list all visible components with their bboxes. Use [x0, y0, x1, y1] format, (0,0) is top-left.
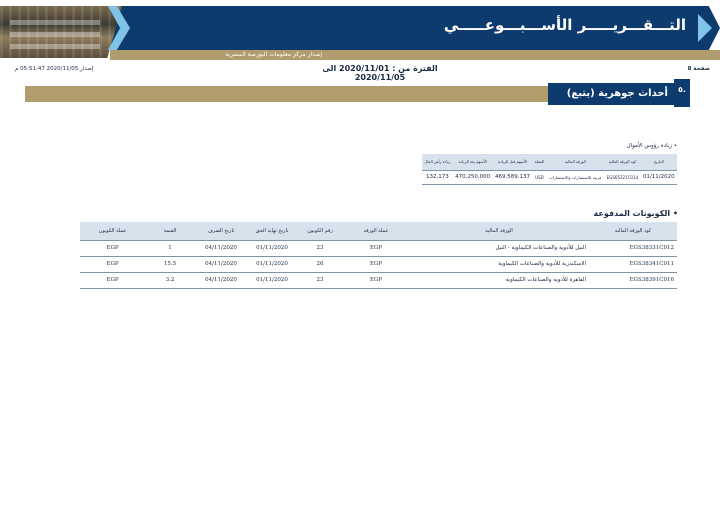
table-cell: 15.5	[145, 256, 195, 273]
table-row: EGS38331C012 النيل للأدوية والصناعات الك…	[80, 240, 677, 257]
column-header: الورقة المالية	[546, 154, 605, 171]
table-cell: EGP	[343, 272, 409, 289]
column-header: تاريخ نهاية الحق	[247, 222, 297, 241]
table-header-row: التاريخ كود الورقة المالية الورقة المالي…	[422, 154, 677, 171]
column-header: عملة الورقة	[343, 222, 409, 241]
table-cell: 04/11/2020	[195, 272, 247, 289]
report-subtitle: إصدار مركز معلومات البورصة المصرية	[225, 51, 322, 58]
info-line: إصدار 2020/11/05 05:51:47 م الفترة من : …	[0, 64, 720, 82]
table-cell: القاهرة للأدوية والصناعات الكيماوية	[409, 272, 589, 289]
column-header: كود الورقة المالية	[589, 222, 677, 241]
capital-increase-title: • زيادة رؤوس الأموال	[626, 143, 677, 149]
table-row: EGS38391C016 القاهرة للأدوية والصناعات ا…	[80, 272, 677, 289]
table-cell: 132,173	[422, 170, 453, 185]
table-cell: 04/11/2020	[195, 240, 247, 257]
trading-floor-photo	[0, 6, 122, 58]
table-cell: EGS38341C011	[589, 256, 677, 273]
column-header: القيمة	[145, 222, 195, 241]
coupons-table: كود الورقة المالية الورقة المالية عملة ا…	[80, 222, 677, 289]
table-cell: 01/11/2020	[247, 256, 297, 273]
table-cell: 23	[297, 240, 343, 257]
table-cell: الاسكندرية للأدوية والصناعات الكيماوية	[409, 256, 589, 273]
column-header: تاريخ الصرف	[195, 222, 247, 241]
table-row: 01/11/2020 EGS65321C014 عربية للاستثمارا…	[422, 170, 677, 185]
report-title: التـــقـــريـــــر الأســـبـــوعـــــي	[443, 16, 686, 34]
table-cell: 01/11/2020	[640, 170, 677, 185]
section-number: ٥.	[678, 85, 686, 94]
column-header: رقم الكوبون	[297, 222, 343, 241]
table-cell: عربية للاستثمارات والاستثمارات	[546, 170, 605, 185]
table-cell: EGS38331C012	[589, 240, 677, 257]
table-cell: 01/11/2020	[247, 240, 297, 257]
table-cell: 04/11/2020	[195, 256, 247, 273]
table-cell: EGP	[80, 272, 145, 289]
table-cell: 26	[297, 256, 343, 273]
table-cell: EGP	[343, 240, 409, 257]
table-cell: EGS65321C014	[604, 170, 641, 185]
table-cell: 469,589,137	[492, 170, 533, 185]
table-cell: النيل للأدوية والصناعات الكيماوية - الني…	[409, 240, 589, 257]
table-row: EGS38341C011 الاسكندرية للأدوية والصناعا…	[80, 256, 677, 273]
column-header: عملة الكوبون	[80, 222, 145, 241]
column-header: التاريخ	[640, 154, 677, 171]
coupons-title: • الكوبونات المدفوعة	[593, 209, 678, 218]
column-header: زيادة رأس المال	[422, 154, 453, 171]
column-header: الأسهم بعد الزيادة	[452, 154, 493, 171]
column-header: الأسهم قبل الزيادة	[492, 154, 533, 171]
page-number: صفحة 8	[687, 66, 710, 72]
report-banner: التـــقـــريـــــر الأســـبـــوعـــــي إ…	[0, 0, 720, 60]
column-header: كود الورقة المالية	[604, 154, 641, 171]
report-period: الفترة من : 2020/11/01 الى 2020/11/05	[322, 64, 438, 82]
table-cell: 23	[297, 272, 343, 289]
column-header: العملة	[532, 154, 547, 171]
table-cell: EGP	[80, 256, 145, 273]
table-cell: USD	[532, 170, 547, 185]
column-header: الورقة المالية	[409, 222, 589, 241]
capital-increase-table: التاريخ كود الورقة المالية الورقة المالي…	[422, 154, 677, 185]
table-cell: EGP	[80, 240, 145, 257]
table-cell: 470,250,000	[452, 170, 493, 185]
issue-timestamp: إصدار 2020/11/05 05:51:47 م	[15, 66, 94, 72]
table-cell: 1	[145, 240, 195, 257]
table-cell: EGS38391C016	[589, 272, 677, 289]
table-cell: 3.2	[145, 272, 195, 289]
section-title: أحداث جوهرية (يتبع)	[566, 88, 668, 99]
table-cell: EGP	[343, 256, 409, 273]
table-header-row: كود الورقة المالية الورقة المالية عملة ا…	[80, 222, 677, 241]
table-cell: 01/11/2020	[247, 272, 297, 289]
